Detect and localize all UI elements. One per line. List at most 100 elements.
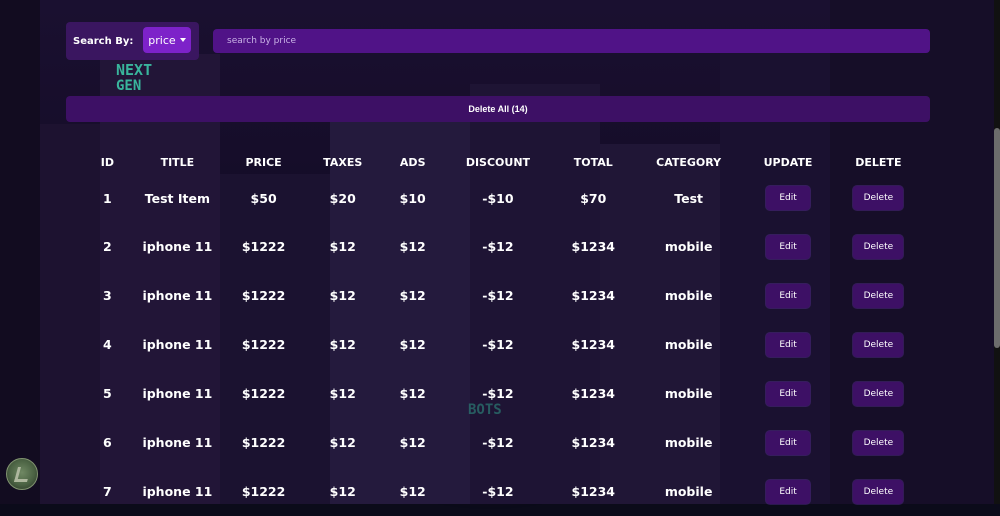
table-header-row: ID TITLE PRICE TAXES ADS DISCOUNT TOTAL … — [80, 150, 920, 174]
table-row: 3 iphone 11 $1222 $12 $12 -$12 $1234 mobile Edit… — [80, 271, 920, 320]
watermark-logo-icon — [6, 458, 38, 490]
neon-sign-gen: GEN — [116, 78, 142, 94]
cell-ads: $12 — [399, 435, 426, 450]
header-price: PRICE — [245, 155, 282, 169]
cell-delete: Delete — [837, 174, 920, 222]
header-id: ID — [100, 155, 114, 169]
cell-total: $70 — [580, 190, 607, 206]
cell-delete: Delete — [837, 222, 920, 271]
scrollbar-thumb[interactable] — [994, 128, 1000, 348]
header-category: CATEGORY — [656, 155, 722, 169]
delete-all-button[interactable]: Delete All (14) — [66, 96, 930, 122]
cell-id: 3 — [103, 288, 112, 303]
delete-button[interactable]: Delete — [853, 283, 904, 308]
cell-id: 5 — [103, 386, 112, 401]
search-mode-value: price — [148, 33, 176, 47]
cell-title: iphone 11 — [142, 484, 213, 499]
neon-sign-next: NEXT — [116, 61, 153, 79]
cell-title: Test Item — [144, 190, 210, 206]
cell-delete: Delete — [837, 418, 920, 467]
cell-total: $1234 — [571, 386, 616, 401]
cell-category: mobile — [664, 435, 713, 450]
table-row: 2 iphone 11 $1222 $12 $12 -$12 $1234 mobile Edit… — [80, 222, 920, 271]
cell-discount: -$12 — [482, 337, 514, 352]
cell-update: Edit — [739, 369, 836, 418]
header-update: UPDATE — [763, 155, 813, 169]
cell-ads: $12 — [399, 239, 426, 254]
cell-discount: -$10 — [482, 190, 514, 206]
cell-category: mobile — [664, 386, 713, 401]
header-total: TOTAL — [573, 155, 613, 169]
cell-total: $1234 — [571, 484, 616, 499]
delete-button[interactable]: Delete — [853, 430, 904, 455]
delete-button[interactable]: Delete — [853, 332, 904, 357]
search-by-label: Search By: — [73, 35, 134, 47]
cell-discount: -$12 — [482, 386, 514, 401]
cell-ads: $12 — [399, 337, 426, 352]
cell-id: 7 — [103, 484, 112, 499]
cell-taxes: $12 — [329, 337, 356, 352]
edit-button[interactable]: Edit — [766, 186, 811, 210]
cell-price: $1222 — [241, 386, 286, 401]
cell-price: $1222 — [241, 337, 286, 352]
cell-category: mobile — [664, 337, 713, 352]
search-by-panel: Search By: price — [66, 22, 199, 60]
cell-price: $1222 — [241, 484, 286, 499]
delete-button[interactable]: Delete — [853, 479, 904, 504]
cell-id: 4 — [103, 337, 112, 352]
delete-button[interactable]: Delete — [853, 381, 904, 406]
search-bar: Search By: price — [66, 22, 930, 60]
cell-delete: Delete — [837, 320, 920, 369]
cell-id: 2 — [103, 239, 112, 254]
cell-taxes: $12 — [329, 386, 356, 401]
cell-title: iphone 11 — [142, 337, 213, 352]
cell-ads: $12 — [399, 484, 426, 499]
cell-price: $1222 — [241, 288, 286, 303]
cell-update: Edit — [739, 174, 836, 222]
cell-price: $50 — [250, 190, 277, 206]
cell-ads: $12 — [399, 386, 426, 401]
cell-category: mobile — [664, 239, 713, 254]
edit-button[interactable]: Edit — [766, 332, 811, 357]
delete-button[interactable]: Delete — [853, 234, 904, 259]
header-delete: DELETE — [855, 155, 902, 169]
cell-delete: Delete — [837, 369, 920, 418]
cell-taxes: $12 — [329, 484, 356, 499]
cell-price: $1222 — [241, 435, 286, 450]
edit-button[interactable]: Edit — [766, 430, 811, 455]
cell-total: $1234 — [571, 337, 616, 352]
search-input[interactable] — [213, 29, 930, 53]
cell-taxes: $12 — [329, 435, 356, 450]
header-ads: ADS — [399, 155, 426, 169]
edit-button[interactable]: Edit — [766, 381, 811, 406]
cell-ads: $12 — [399, 288, 426, 303]
header-taxes: TAXES — [323, 155, 363, 169]
edit-button[interactable]: Edit — [766, 479, 811, 504]
cell-discount: -$12 — [482, 435, 514, 450]
cell-discount: -$12 — [482, 484, 514, 499]
edit-button[interactable]: Edit — [766, 283, 811, 308]
page-scrollbar[interactable] — [994, 0, 1000, 504]
edit-button[interactable]: Edit — [766, 234, 811, 259]
cell-total: $1234 — [571, 239, 616, 254]
cell-id: 6 — [103, 435, 112, 450]
table-row: 5 iphone 11 $1222 $12 $12 -$12 $1234 mobile Edit… — [80, 369, 920, 418]
cell-category: mobile — [664, 288, 713, 303]
cell-delete: Delete — [837, 271, 920, 320]
table-row: 7 iphone 11 $1222 $12 $12 -$12 $1234 mobile Edit… — [80, 467, 920, 516]
header-title: TITLE — [160, 155, 195, 169]
header-discount: DISCOUNT — [465, 155, 531, 169]
table-row: 1 Test Item $50 $20 $10 -$10 $70 Test Edit Delete — [80, 174, 920, 222]
cell-total: $1234 — [571, 435, 616, 450]
cell-category: Test — [674, 190, 703, 206]
cell-title: iphone 11 — [142, 239, 213, 254]
cell-id: 1 — [103, 190, 112, 206]
cell-title: iphone 11 — [142, 288, 213, 303]
delete-button[interactable]: Delete — [853, 186, 904, 210]
products-table: ID TITLE PRICE TAXES ADS DISCOUNT TOTAL … — [80, 150, 920, 516]
cell-update: Edit — [739, 222, 836, 271]
cell-title: iphone 11 — [142, 386, 213, 401]
cell-update: Edit — [739, 271, 836, 320]
cell-delete: Delete — [837, 467, 920, 516]
search-mode-dropdown[interactable]: price — [143, 27, 191, 53]
